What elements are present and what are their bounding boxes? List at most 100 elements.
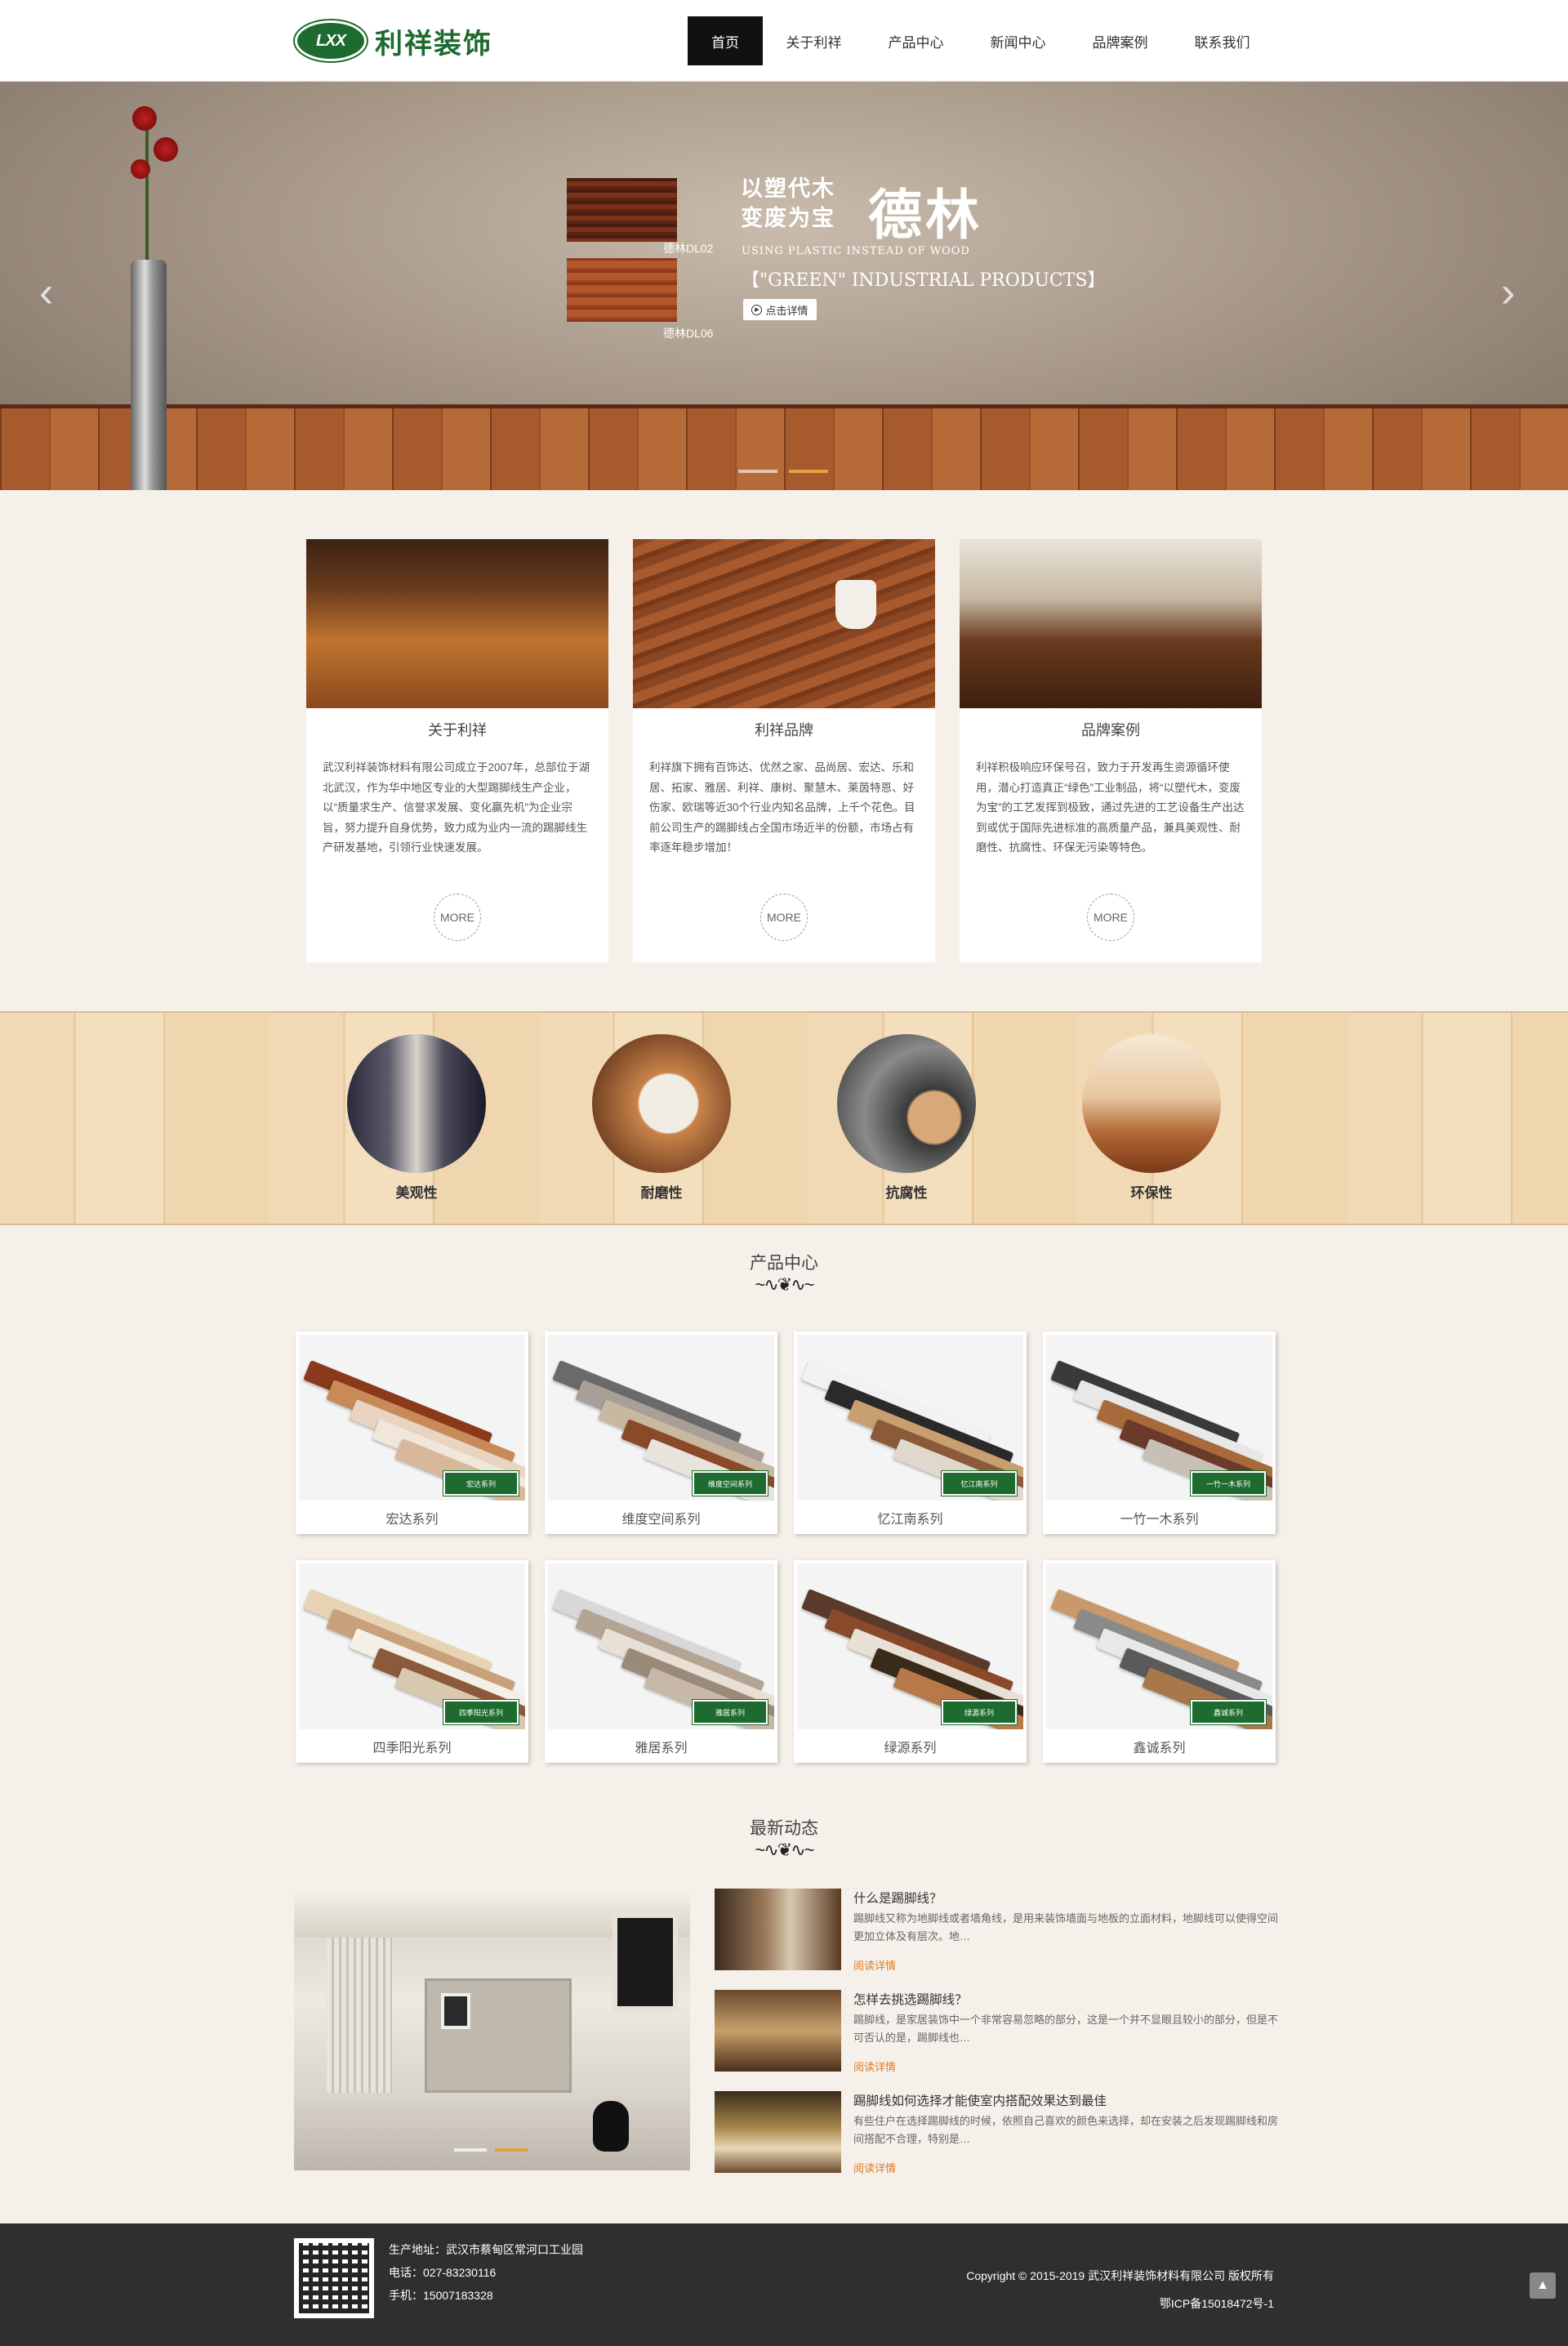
- product-image[interactable]: 一竹一木系列: [1046, 1335, 1272, 1501]
- product-image[interactable]: 维度空间系列: [548, 1335, 774, 1501]
- product-card[interactable]: 忆江南系列 忆江南系列: [794, 1331, 1027, 1534]
- product-name[interactable]: 绿源系列: [794, 1737, 1027, 1756]
- product-series-badge: 雅居系列: [692, 1699, 768, 1725]
- news-title[interactable]: 什么是踢脚线？: [853, 1889, 942, 1907]
- product-name[interactable]: 宏达系列: [296, 1508, 528, 1528]
- chevron-left-icon[interactable]: ‹: [39, 268, 53, 317]
- card-text: 利祥积极响应环保号召，致力于开发再生资源循环使用，潜心打造真正“绿色”工业制品，…: [976, 761, 1245, 854]
- banner-floor: [0, 408, 1568, 490]
- banner-subtitle: 【"GREEN" INDUSTRIAL PRODUCTS】: [742, 270, 1106, 291]
- nav-item-home[interactable]: 首页: [688, 16, 763, 65]
- card-image: [960, 539, 1262, 708]
- card-title: 关于利祥: [428, 722, 487, 738]
- slider-dot-active[interactable]: [495, 2148, 528, 2152]
- feature-label: 耐磨性: [640, 1185, 683, 1201]
- feature-label: 美观性: [395, 1185, 438, 1201]
- site-logo[interactable]: LXX 利祥装饰: [295, 16, 492, 65]
- more-button[interactable]: MORE: [760, 894, 808, 941]
- product-name[interactable]: 维度空间系列: [545, 1508, 777, 1528]
- nav-item-about[interactable]: 关于利祥: [763, 16, 865, 65]
- product-card[interactable]: 雅居系列 雅居系列: [545, 1560, 777, 1763]
- product-card[interactable]: 宏达系列 宏达系列: [296, 1331, 528, 1534]
- nav-item-news[interactable]: 新闻中心: [967, 16, 1069, 65]
- flower-stem: [145, 123, 149, 270]
- footer-phone: 电话：027-83230116: [389, 2266, 497, 2279]
- nav-item-products[interactable]: 产品中心: [865, 16, 967, 65]
- footer-address: 生产地址：武汉市蔡甸区常河口工业园: [389, 2243, 583, 2256]
- banner-slogan-line2: 变废为宝: [741, 206, 835, 231]
- play-circle-icon: ▶: [751, 304, 763, 315]
- site-header: LXX 利祥装饰 首页 关于利祥 产品中心 新闻中心 品牌案例 联系我们: [0, 0, 1568, 82]
- news-title[interactable]: 怎样去挑选踢脚线？: [853, 1990, 968, 2008]
- footer-icp[interactable]: 鄂ICP备15018472号-1: [784, 2295, 1274, 2312]
- news-thumbnail[interactable]: [715, 1990, 841, 2072]
- banner-slogan: 以塑代木 变废为宝: [741, 175, 835, 234]
- slider-dot[interactable]: [454, 2148, 487, 2152]
- slider-dot-active[interactable]: [789, 470, 828, 473]
- banner-slogan-line1: 以塑代木: [741, 176, 835, 202]
- product-name[interactable]: 鑫诚系列: [1043, 1737, 1276, 1756]
- product-sample-label: 德林DL02: [663, 242, 714, 255]
- more-button[interactable]: MORE: [434, 894, 481, 941]
- feature-eco: 环保性: [1082, 1034, 1221, 1202]
- feature-image: [592, 1034, 731, 1173]
- ornament-divider-icon: ~∿❦∿~: [755, 1840, 815, 1860]
- feature-wear-resistant: 耐磨性: [592, 1034, 731, 1202]
- product-image[interactable]: 雅居系列: [548, 1563, 774, 1729]
- intro-card-about: 关于利祥 武汉利祥装饰材料有限公司成立于2007年，总部位于湖北武汉，作为华中地…: [306, 539, 608, 962]
- product-sample-image: [567, 258, 677, 322]
- card-image: [633, 539, 935, 708]
- card-title: 利祥品牌: [755, 722, 813, 738]
- hero-banner: 德林DL02 德林DL06 以塑代木 变废为宝 德林 USING PLASTIC…: [0, 82, 1568, 490]
- product-name[interactable]: 雅居系列: [545, 1737, 777, 1756]
- product-image[interactable]: 忆江南系列: [797, 1335, 1023, 1501]
- product-card[interactable]: 鑫诚系列 鑫诚系列: [1043, 1560, 1276, 1763]
- product-name[interactable]: 四季阳光系列: [296, 1737, 528, 1756]
- product-image[interactable]: 绿源系列: [797, 1563, 1023, 1729]
- chevron-right-icon[interactable]: ›: [1501, 268, 1515, 317]
- product-series-badge: 绿源系列: [941, 1699, 1018, 1725]
- news-slider-image[interactable]: [294, 1889, 690, 2170]
- feature-label: 抗腐性: [885, 1185, 928, 1201]
- features-band: [0, 1011, 1568, 1225]
- product-card[interactable]: 绿源系列 绿源系列: [794, 1560, 1027, 1763]
- qr-code-icon: [294, 2238, 374, 2318]
- product-image[interactable]: 宏达系列: [299, 1335, 525, 1501]
- wall-frame-image: [612, 1913, 678, 2011]
- news-thumbnail[interactable]: [715, 2091, 841, 2173]
- news-item[interactable]: 踢脚线如何选择才能使室内搭配效果达到最佳 有些住户在选择踢脚线的时候，依照自己喜…: [715, 2091, 1278, 2181]
- news-thumbnail[interactable]: [715, 1889, 841, 1970]
- more-button[interactable]: MORE: [1087, 894, 1134, 941]
- vase-image: [131, 260, 167, 490]
- product-image[interactable]: 鑫诚系列: [1046, 1563, 1272, 1729]
- feature-image: [837, 1034, 976, 1173]
- product-sample-label: 德林DL06: [663, 327, 714, 340]
- arrow-up-icon[interactable]: ▲: [1530, 2272, 1556, 2299]
- product-image[interactable]: 四季阳光系列: [299, 1563, 525, 1729]
- card-title: 品牌案例: [1081, 722, 1140, 738]
- slider-dot[interactable]: [738, 470, 777, 473]
- banner-detail-button[interactable]: ▶ 点击详情: [743, 299, 817, 320]
- read-more-link[interactable]: 阅读详情: [853, 2160, 896, 2175]
- news-title[interactable]: 踢脚线如何选择才能使室内搭配效果达到最佳: [853, 2091, 1107, 2109]
- banner-brand: 德林: [868, 183, 982, 247]
- rose-image: [132, 106, 157, 131]
- read-more-link[interactable]: 阅读详情: [853, 1957, 896, 1973]
- product-name[interactable]: 一竹一木系列: [1043, 1508, 1276, 1528]
- intro-card-brand: 利祥品牌 利祥旗下拥有百饰达、优然之家、品尚居、宏达、乐和居、拓家、雅居、利祥、…: [633, 539, 935, 962]
- news-summary: 踢脚线，是家居装饰中一个非常容易忽略的部分，这是一个并不显眼且较小的部分，但是不…: [853, 2014, 1279, 2044]
- product-series-badge: 忆江南系列: [941, 1470, 1018, 1496]
- product-card[interactable]: 维度空间系列 维度空间系列: [545, 1331, 777, 1534]
- feature-corrosion-resistant: 抗腐性: [837, 1034, 976, 1202]
- main-nav: 首页 关于利祥 产品中心 新闻中心 品牌案例 联系我们: [688, 16, 1273, 65]
- nav-item-cases[interactable]: 品牌案例: [1069, 16, 1171, 65]
- news-item[interactable]: 怎样去挑选踢脚线？ 踢脚线，是家居装饰中一个非常容易忽略的部分，这是一个并不显眼…: [715, 1990, 1278, 2080]
- ornament-divider-icon: ~∿❦∿~: [755, 1274, 815, 1295]
- product-name[interactable]: 忆江南系列: [794, 1508, 1027, 1528]
- product-card[interactable]: 一竹一木系列 一竹一木系列: [1043, 1331, 1276, 1534]
- site-footer: [0, 2223, 1568, 2346]
- nav-item-contact[interactable]: 联系我们: [1171, 16, 1273, 65]
- read-more-link[interactable]: 阅读详情: [853, 2058, 896, 2074]
- product-card[interactable]: 四季阳光系列 四季阳光系列: [296, 1560, 528, 1763]
- news-item[interactable]: 什么是踢脚线？ 踢脚线又称为地脚线或者墙角线，是用来装饰墙面与地板的立面材料，地…: [715, 1889, 1278, 1978]
